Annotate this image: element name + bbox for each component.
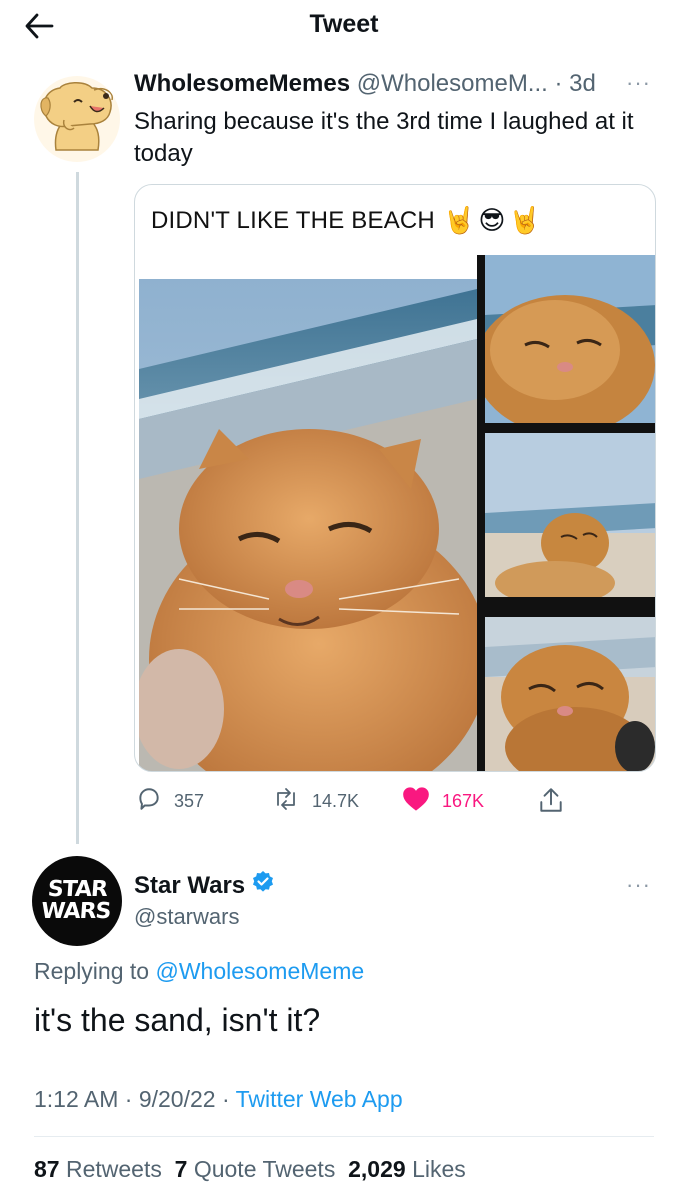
likes-label: Likes <box>412 1156 466 1182</box>
likes-stat[interactable]: 2,029 Likes <box>348 1156 466 1182</box>
reply-author-name[interactable]: Star Wars <box>134 872 245 900</box>
tweet-age[interactable]: 3d <box>569 70 596 97</box>
tweet-actions: 357 14.7K 167K <box>134 786 656 818</box>
collage-divider <box>485 597 655 617</box>
more-options-icon[interactable]: ··· <box>626 872 651 898</box>
collage-divider <box>477 255 485 771</box>
author-handle[interactable]: @WholesomeM... <box>357 70 548 97</box>
share-button[interactable] <box>538 786 564 819</box>
retweet-icon <box>272 786 300 817</box>
rock-hand-emoji: 🤘 <box>443 205 476 235</box>
dot-separator: · <box>554 70 563 97</box>
retweets-stat[interactable]: 87 Retweets <box>34 1156 162 1182</box>
more-options-icon[interactable]: ··· <box>626 70 651 96</box>
avatar-logo-top: STAR <box>47 877 109 902</box>
tweet-metadata: 1:12 AM · 9/20/22 · Twitter Web App <box>34 1086 403 1113</box>
heart-filled-icon <box>402 786 430 817</box>
reply-icon <box>136 786 162 817</box>
engagement-stats: 87 Retweets 7 Quote Tweets 2,029 Likes <box>34 1156 466 1183</box>
verified-badge-icon <box>251 870 275 901</box>
quote-tweets-stat[interactable]: 7 Quote Tweets <box>175 1156 336 1182</box>
reply-author[interactable]: Star Wars <box>134 870 275 901</box>
retweet-count: 14.7K <box>312 791 360 811</box>
cat-beach-photo-wide <box>485 433 655 597</box>
quote-tweets-label: Quote Tweets <box>193 1156 336 1182</box>
replying-prefix: Replying to <box>34 958 150 984</box>
retweets-count: 87 <box>34 1156 60 1182</box>
likes-count: 2,029 <box>348 1156 406 1182</box>
rock-hand-emoji: 🤘 <box>508 205 541 235</box>
cat-beach-photo-grumpy <box>485 617 655 771</box>
quote-tweets-count: 7 <box>174 1156 188 1182</box>
avatar-logo-bottom: WARS <box>40 899 112 924</box>
tweet-header: WholesomeMemes @WholesomeM... · 3d <box>134 70 674 98</box>
top-bar: Tweet <box>0 0 688 52</box>
thread-connector <box>76 172 79 844</box>
page-title: Tweet <box>309 10 379 38</box>
replying-to: Replying to @WholesomeMeme <box>34 958 364 985</box>
author-name[interactable]: WholesomeMemes <box>134 70 350 97</box>
wholesomememes-avatar[interactable] <box>34 76 120 162</box>
cat-beach-photo-main <box>139 279 477 771</box>
reply-button[interactable]: 357 <box>136 786 204 817</box>
share-icon <box>538 786 564 819</box>
like-count: 167K <box>442 791 485 811</box>
tweet-timestamp[interactable]: 1:12 AM · 9/20/22 · <box>34 1086 236 1112</box>
meme-emoji-row: 🤘 😎 🤘 <box>443 205 541 236</box>
collage-divider <box>485 423 655 433</box>
meme-caption: DIDN'T LIKE THE BEACH <box>151 207 435 234</box>
reply-author-handle[interactable]: @starwars <box>134 904 239 930</box>
like-button[interactable]: 167K <box>402 786 484 817</box>
tweet-source-app[interactable]: Twitter Web App <box>236 1086 403 1112</box>
starwars-avatar[interactable]: STAR WARS <box>32 856 122 946</box>
tweet-text: Sharing because it's the 3rd time I laug… <box>134 108 634 167</box>
tweet-media-image[interactable]: DIDN'T LIKE THE BEACH 🤘 😎 🤘 <box>134 184 656 772</box>
reply-tweet-text: it's the sand, isn't it? <box>34 1002 321 1038</box>
sunglasses-emoji: 😎 <box>478 205 506 235</box>
reply-count: 357 <box>174 791 205 811</box>
retweet-button[interactable]: 14.7K <box>272 786 359 817</box>
divider <box>34 1136 654 1137</box>
cat-beach-photo-closeup <box>485 255 655 423</box>
retweets-label: Retweets <box>65 1156 162 1182</box>
replying-mention-link[interactable]: @WholesomeMeme <box>155 958 364 984</box>
